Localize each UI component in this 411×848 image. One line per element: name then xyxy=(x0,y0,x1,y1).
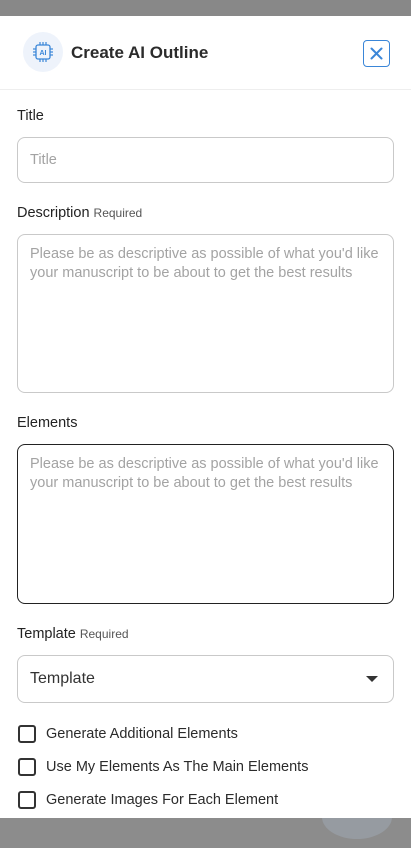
close-button[interactable] xyxy=(363,40,390,67)
create-outline-modal: AI Create AI Outline Title DescriptionRe… xyxy=(0,16,411,818)
option-label: Generate Images For Each Element xyxy=(46,792,279,808)
option-label: Generate Additional Elements xyxy=(46,726,238,742)
option-generate-images[interactable]: Generate Images For Each Element xyxy=(18,791,278,809)
title-label: Title xyxy=(17,108,44,124)
template-selected-value: Template xyxy=(30,670,95,687)
ai-chip-icon: AI xyxy=(33,42,53,62)
elements-label: Elements xyxy=(17,415,77,431)
template-label: Template Required xyxy=(17,626,129,642)
description-required-badge: Required xyxy=(93,206,143,220)
modal-title: Create AI Outline xyxy=(71,43,209,62)
description-label: Description Required xyxy=(17,205,142,221)
checkbox[interactable] xyxy=(18,791,36,809)
elements-label-text: Elements xyxy=(17,415,78,431)
template-label-text: Template xyxy=(17,626,76,642)
caret-down-icon xyxy=(366,676,378,682)
option-label: Use My Elements As The Main Elements xyxy=(46,759,309,775)
option-use-my-elements[interactable]: Use My Elements As The Main Elements xyxy=(18,758,308,776)
checkbox[interactable] xyxy=(18,758,36,776)
backdrop-top xyxy=(0,0,411,16)
description-textarea[interactable] xyxy=(17,234,394,393)
title-input[interactable] xyxy=(17,137,394,183)
template-required-badge: Required xyxy=(79,627,129,641)
elements-textarea[interactable] xyxy=(17,444,394,604)
template-select[interactable]: Template xyxy=(17,655,394,703)
checkbox[interactable] xyxy=(18,725,36,743)
title-label-text: Title xyxy=(17,108,44,124)
close-icon xyxy=(370,47,383,60)
svg-text:AI: AI xyxy=(40,50,47,57)
option-generate-additional-elements[interactable]: Generate Additional Elements xyxy=(18,725,238,743)
modal-header: AI Create AI Outline xyxy=(0,16,411,90)
description-label-text: Description xyxy=(17,205,90,221)
ai-badge: AI xyxy=(23,32,63,72)
